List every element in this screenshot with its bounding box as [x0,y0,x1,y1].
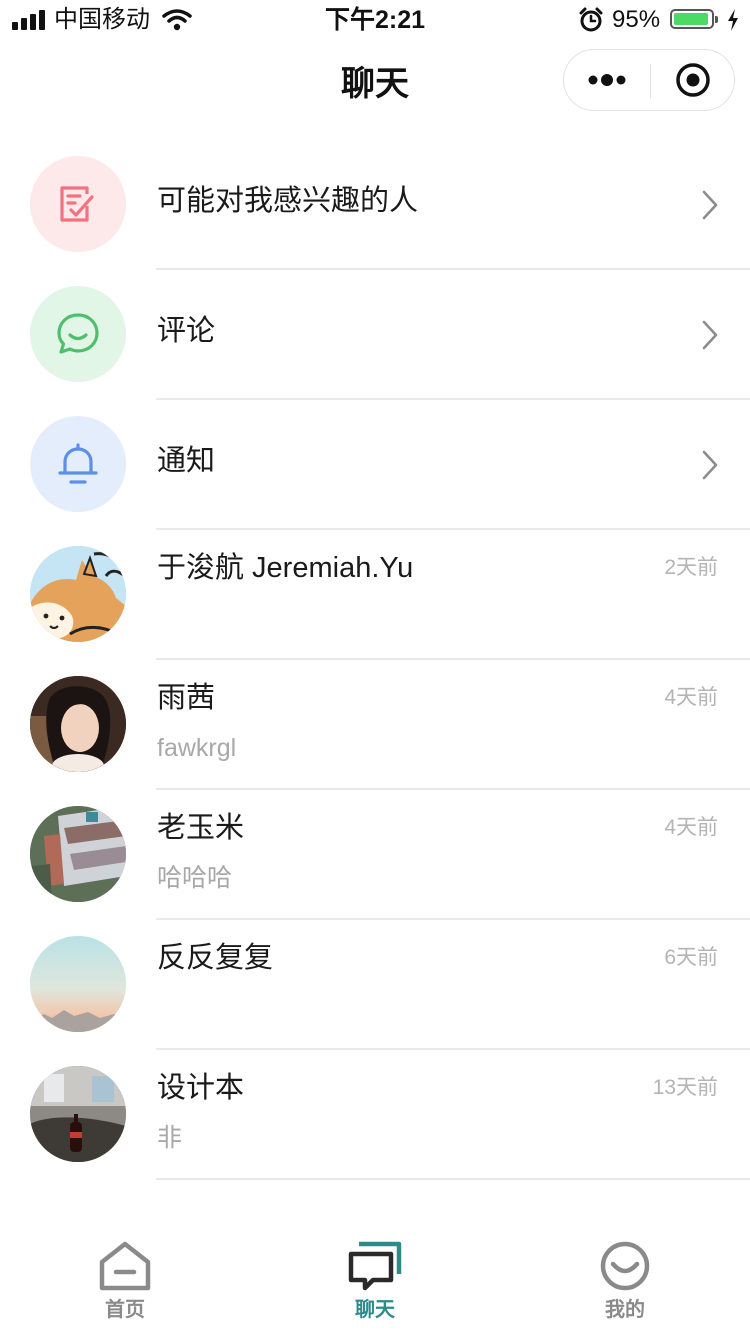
chevron-right-icon [702,190,718,220]
alarm-icon [578,7,604,38]
chat-row[interactable]: 反反复复 6天前 [0,920,750,1050]
mini-program-capsule [563,49,735,111]
office-bottle-avatar-image [30,1066,126,1162]
more-options-button[interactable] [564,50,650,110]
aerial-buildings-avatar-image [30,806,126,902]
more-dots-icon [588,74,626,86]
nav-bar: 聊天 [0,44,750,124]
battery-percent: 95% [612,6,661,33]
chat-time: 4天前 [664,816,718,839]
comments-avatar [30,286,126,382]
chat-name: 反反复复 [157,942,274,974]
shiba-dog-avatar-image [30,546,126,642]
chat-name: 老玉米 [157,812,245,844]
row-title: 通知 [157,445,216,477]
tab-chat[interactable]: 聊天 [250,1234,500,1334]
avatar [30,936,126,1032]
row-title: 评论 [157,315,216,347]
profile-smile-icon [600,1241,650,1291]
chat-list: 可能对我感兴趣的人 评论 通知 于浚航 Jeremiah.Yu 2天前 雨茜 f… [0,140,750,1180]
chat-preview: 哈哈哈 [157,864,233,892]
notifications-row[interactable]: 通知 [0,400,750,530]
sky-landscape-avatar-image [30,936,126,1032]
chat-row[interactable]: 于浚航 Jeremiah.Yu 2天前 [0,530,750,660]
comments-row[interactable]: 评论 [0,270,750,400]
target-close-icon [676,63,710,97]
chat-row[interactable]: 雨茜 fawkrgl 4天前 [0,660,750,790]
interest-checklist-icon [60,186,94,222]
avatar [30,806,126,902]
avatar [30,1066,126,1162]
chevron-right-icon [702,450,718,480]
chat-time: 2天前 [664,556,718,579]
chevron-right-icon [702,320,718,350]
status-bar: 中国移动 下午2:21 95% [0,0,750,40]
avatar [30,546,126,642]
chat-time: 6天前 [664,946,718,969]
chat-time: 13天前 [652,1076,718,1099]
notifications-avatar [30,416,126,512]
chat-row[interactable]: 设计本 非 13天前 [0,1050,750,1180]
chat-preview: fawkrgl [157,734,237,762]
tab-home[interactable]: 首页 [0,1234,250,1334]
chat-time: 4天前 [664,686,718,709]
tab-label: 我的 [605,1299,645,1321]
bell-icon [58,443,98,484]
comment-bubble-icon [57,313,99,354]
tab-label: 首页 [105,1299,145,1321]
home-icon [99,1241,151,1291]
girl-portrait-avatar-image [30,676,126,772]
bottom-tab-bar: 首页 聊天 我的 [0,1234,750,1334]
chat-preview: 非 [157,1124,183,1152]
tab-profile[interactable]: 我的 [500,1234,750,1334]
close-mini-program-button[interactable] [651,50,735,110]
chat-name: 设计本 [157,1072,245,1104]
interest-avatar [30,156,126,252]
tab-label: 聊天 [355,1299,395,1321]
chat-name: 雨茜 [157,682,216,714]
row-title: 可能对我感兴趣的人 [157,185,419,217]
chat-row[interactable]: 老玉米 哈哈哈 4天前 [0,790,750,920]
row-divider [156,1178,750,1180]
battery-icon [670,9,718,29]
avatar [30,676,126,772]
charging-bolt-icon [726,8,740,37]
chat-name: 于浚航 Jeremiah.Yu [157,552,414,584]
interested-people-row[interactable]: 可能对我感兴趣的人 [0,140,750,270]
chat-icon [348,1241,402,1291]
